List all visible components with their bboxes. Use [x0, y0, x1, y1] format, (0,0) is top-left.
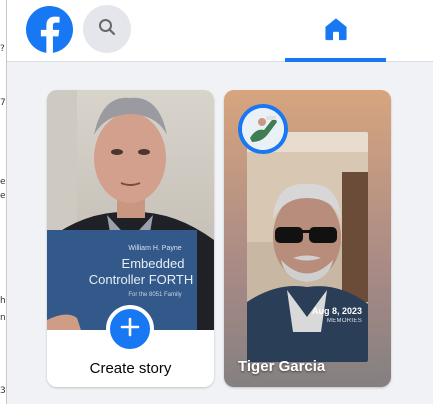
profile-photo: William H. Payne Embedded Controller FOR… — [47, 90, 214, 330]
memory-date-badge: Aug 8, 2023 MEMORIES — [312, 306, 362, 326]
tab-home[interactable] — [285, 0, 386, 62]
plus-icon — [120, 317, 140, 342]
adjacent-window-text: ? — [0, 44, 5, 54]
story-author-name: Tiger Garcia — [238, 358, 326, 375]
adjacent-window-text: 7 — [0, 98, 6, 108]
book-line: Embedded — [122, 256, 185, 271]
adjacent-window-text: n — [0, 313, 6, 323]
stories-tray: William H. Payne Embedded Controller FOR… — [7, 62, 433, 404]
memory-tag: MEMORIES — [326, 318, 362, 324]
book-line: William H. Payne — [128, 245, 181, 252]
adjacent-window-text: 3 — [0, 386, 6, 396]
adjacent-window-edge: ? 7 e e h n 3 — [0, 0, 7, 404]
search-button[interactable] — [83, 5, 131, 53]
adjacent-window-text: e — [0, 191, 6, 201]
memory-date: Aug 8, 2023 — [311, 306, 362, 316]
search-icon — [98, 18, 116, 41]
create-story-add-button[interactable] — [106, 305, 154, 353]
book-line: Controller FORTH — [89, 272, 194, 287]
create-story-label: Create story — [89, 360, 172, 377]
story-photo: Aug 8, 2023 MEMORIES — [247, 132, 368, 362]
create-story-card[interactable]: William H. Payne Embedded Controller FOR… — [47, 90, 214, 387]
top-navigation-bar — [7, 0, 433, 62]
facebook-logo-icon[interactable] — [26, 6, 73, 53]
story-avatar[interactable] — [238, 104, 288, 154]
adjacent-window-text: h — [0, 296, 6, 306]
book-line: For the 8051 Family — [128, 292, 181, 298]
avatar — [242, 108, 284, 150]
story-card[interactable]: Aug 8, 2023 MEMORIES Tiger Garcia — [224, 90, 391, 387]
adjacent-window-text: e — [0, 177, 6, 187]
home-icon — [323, 16, 349, 47]
